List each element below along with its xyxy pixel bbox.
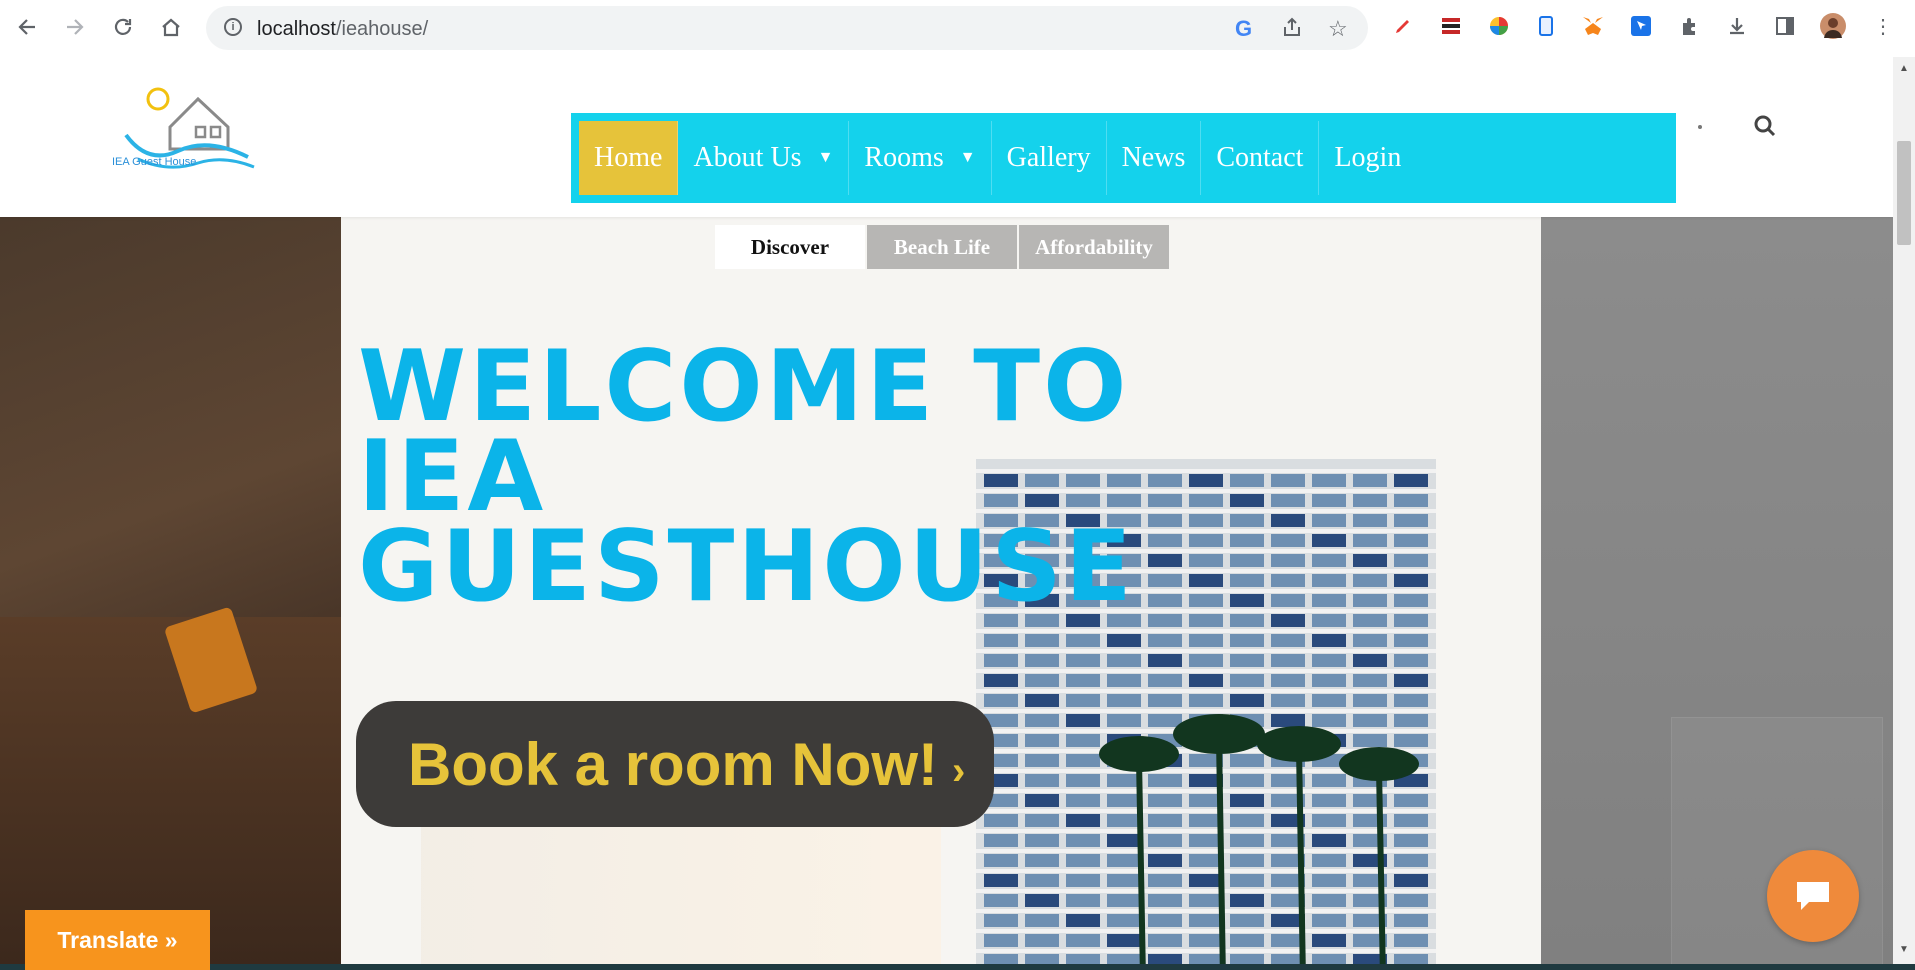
header-dot bbox=[1698, 125, 1702, 129]
metamask-fox-icon[interactable] bbox=[1580, 13, 1606, 39]
page-scrollbar[interactable]: ▲ ▼ bbox=[1893, 57, 1915, 970]
address-bar[interactable]: i localhost/ieahouse/ G ☆ bbox=[206, 6, 1368, 50]
hero-slide: Discover Beach Life Affordability WELCOM… bbox=[341, 217, 1541, 970]
bookmark-star-icon[interactable]: ☆ bbox=[1328, 16, 1348, 42]
translate-button[interactable]: Translate » bbox=[25, 910, 210, 970]
sidebar-icon[interactable] bbox=[1772, 13, 1798, 39]
hero-headline: WELCOME TO IEA GUESTHOUSE bbox=[358, 330, 1218, 624]
main-navigation: Home About Us ▼ Rooms ▼ Gallery News Conta… bbox=[571, 113, 1676, 203]
nav-news-label: News bbox=[1121, 142, 1186, 173]
web-page: Discover Beach Life Affordability WELCOM… bbox=[0, 57, 1893, 970]
color-wheel-extension-icon[interactable] bbox=[1486, 13, 1512, 39]
scroll-up-arrow-icon[interactable]: ▲ bbox=[1899, 63, 1909, 74]
download-icon[interactable] bbox=[1724, 13, 1750, 39]
nav-gallery-label: Gallery bbox=[1006, 142, 1091, 173]
back-arrow-icon[interactable] bbox=[13, 13, 41, 41]
reload-icon[interactable] bbox=[109, 13, 137, 41]
nav-about-us[interactable]: About Us ▼ bbox=[678, 121, 850, 195]
chevron-right-icon: › bbox=[952, 748, 966, 793]
hero-left-photo bbox=[0, 217, 341, 970]
scrollbar-thumb[interactable] bbox=[1897, 141, 1911, 245]
tab-beach-life[interactable]: Beach Life bbox=[867, 225, 1017, 269]
nav-rooms-label: Rooms bbox=[864, 142, 944, 173]
nav-login-label: Login bbox=[1334, 142, 1402, 173]
nav-rooms[interactable]: Rooms ▼ bbox=[849, 121, 992, 195]
tab-affordability[interactable]: Affordability bbox=[1019, 225, 1169, 269]
nav-contact[interactable]: Contact bbox=[1201, 121, 1320, 195]
chat-icon bbox=[1797, 882, 1829, 910]
pen-extension-icon[interactable] bbox=[1390, 13, 1416, 39]
search-icon[interactable] bbox=[1752, 113, 1778, 139]
nav-home-label: Home bbox=[594, 142, 663, 173]
os-taskbar-strip bbox=[0, 964, 1915, 970]
url-text[interactable]: localhost/ieahouse/ bbox=[257, 18, 428, 41]
nav-news[interactable]: News bbox=[1107, 121, 1202, 195]
home-icon[interactable] bbox=[157, 13, 185, 41]
scroll-down-arrow-icon[interactable]: ▼ bbox=[1899, 944, 1909, 955]
dropdown-caret-icon: ▼ bbox=[817, 149, 834, 166]
share-icon[interactable] bbox=[1281, 16, 1303, 44]
nav-about-us-label: About Us bbox=[693, 142, 802, 173]
nav-contact-label: Contact bbox=[1216, 142, 1304, 173]
stack-extension-icon[interactable] bbox=[1438, 13, 1464, 39]
forward-arrow-icon[interactable] bbox=[61, 13, 89, 41]
tablet-extension-icon[interactable] bbox=[1533, 13, 1559, 39]
hero-right-photo bbox=[1541, 217, 1893, 970]
headline-line-2: IEA bbox=[358, 420, 547, 534]
logo-text: IEA Guest House bbox=[112, 156, 197, 168]
site-info-icon[interactable]: i bbox=[224, 18, 242, 36]
url-host: localhost bbox=[257, 18, 336, 40]
menu-kebab-icon[interactable]: ⋮ bbox=[1870, 13, 1896, 39]
site-header: IEA Guest House Home About Us ▼ Rooms ▼ Ga… bbox=[0, 57, 1893, 217]
faded-building-image bbox=[1671, 717, 1883, 970]
profile-avatar[interactable] bbox=[1820, 13, 1846, 39]
url-path: /ieahouse/ bbox=[335, 18, 429, 40]
extensions-icon[interactable] bbox=[1677, 13, 1703, 39]
tab-discover[interactable]: Discover bbox=[715, 225, 865, 269]
chat-button[interactable] bbox=[1767, 850, 1859, 942]
headline-line-1: WELCOME TO bbox=[358, 330, 1130, 444]
book-room-label: Book a room Now! bbox=[408, 730, 939, 798]
cursor-extension-icon[interactable] bbox=[1628, 13, 1654, 39]
browser-toolbar: i localhost/ieahouse/ G ☆ ⋮ bbox=[0, 0, 1915, 58]
site-logo[interactable] bbox=[108, 85, 258, 195]
dropdown-caret-icon: ▼ bbox=[959, 149, 976, 166]
background-haze bbox=[421, 822, 941, 970]
nav-home[interactable]: Home bbox=[579, 121, 679, 195]
headline-line-3: GUESTHOUSE bbox=[358, 510, 1135, 624]
google-icon[interactable]: G bbox=[1235, 16, 1252, 42]
book-room-button[interactable]: Book a room Now! › bbox=[356, 701, 994, 827]
slider-tabs: Discover Beach Life Affordability bbox=[715, 225, 1169, 269]
nav-gallery[interactable]: Gallery bbox=[992, 121, 1107, 195]
nav-login[interactable]: Login bbox=[1319, 121, 1416, 195]
